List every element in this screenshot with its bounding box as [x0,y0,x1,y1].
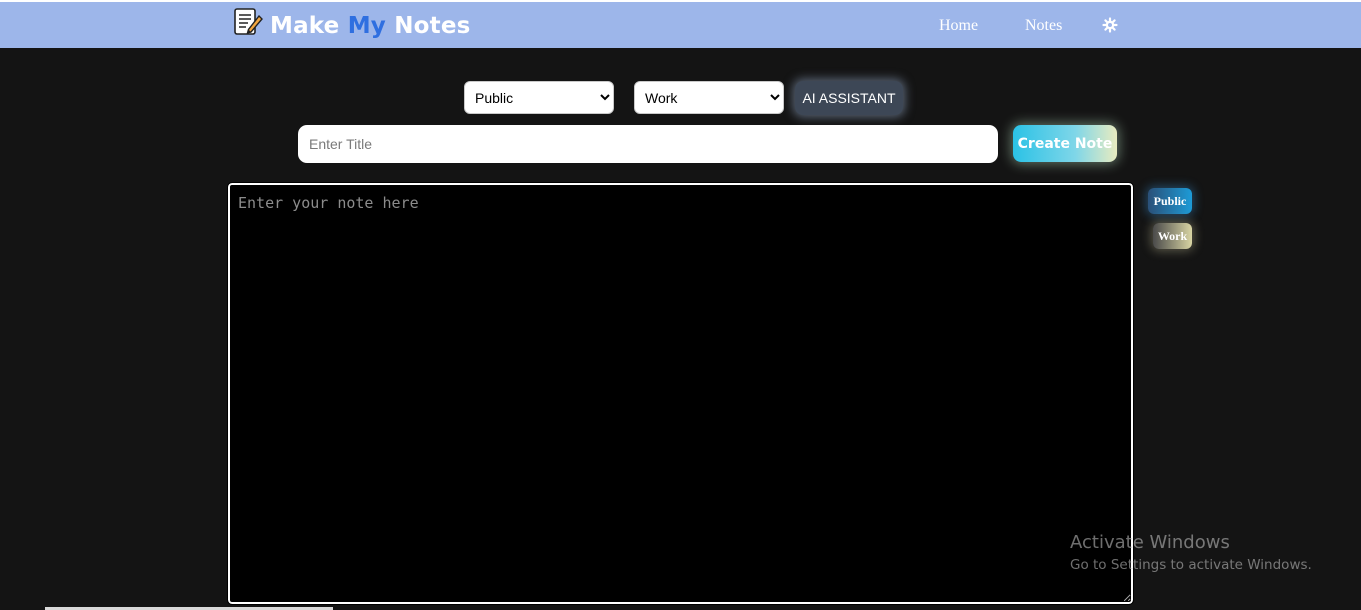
gear-icon[interactable] [1102,17,1118,33]
brand-name: Make My Notes [270,13,471,39]
work-tag-button[interactable]: Work [1153,223,1192,249]
navbar: Make My Notes Home Notes [0,2,1361,48]
category-select[interactable]: Work [634,81,784,114]
ai-assistant-button[interactable]: AI ASSISTANT [795,81,903,115]
nav-notes-link[interactable]: Notes [1025,17,1062,35]
note-textarea[interactable] [227,182,1134,605]
brand-word-my: My [347,13,386,39]
public-tag-button[interactable]: Public [1148,188,1192,214]
brand[interactable]: Make My Notes [232,7,471,45]
brand-word-notes: Notes [394,13,471,39]
visibility-select[interactable]: Public [464,81,614,114]
title-input[interactable] [298,125,998,163]
nav-home-link[interactable]: Home [939,17,978,35]
create-note-button[interactable]: Create Note [1013,125,1117,162]
notepad-pencil-icon [234,8,263,35]
brand-word-make: Make [270,13,340,39]
